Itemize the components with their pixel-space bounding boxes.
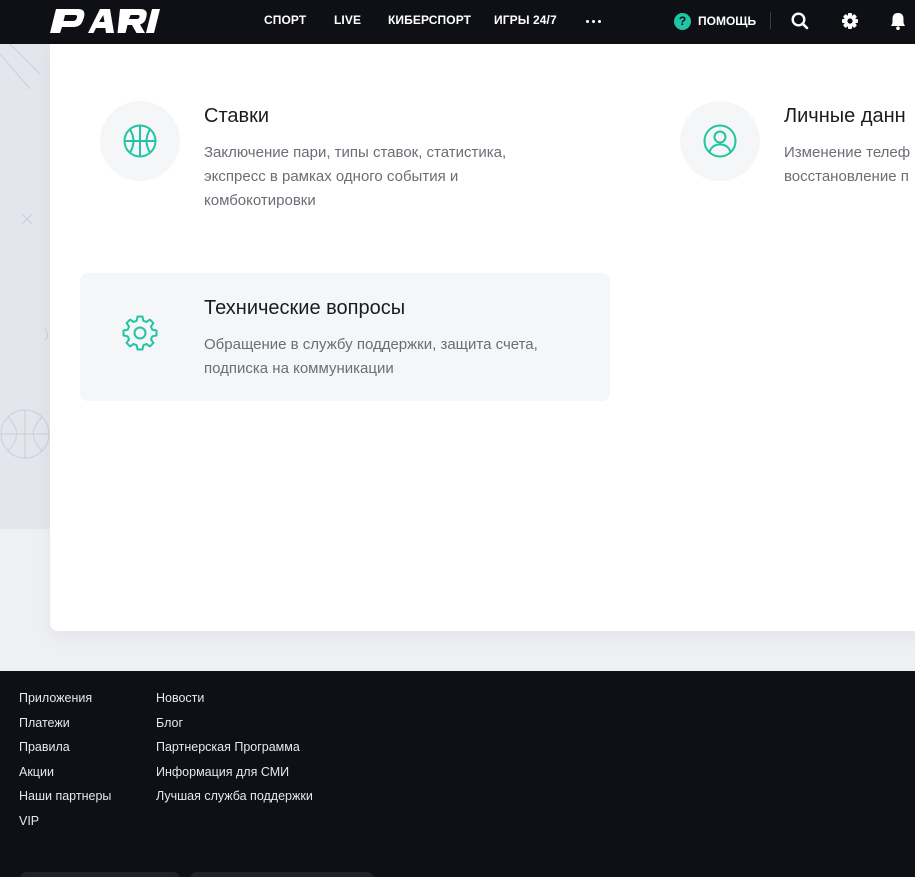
- help-topics-card: Ставки Заключение пари, типы ставок, ста…: [50, 44, 915, 631]
- footer-app-badge[interactable]: [20, 872, 180, 877]
- notifications-bell-icon[interactable]: [887, 10, 915, 32]
- site-footer: Приложения Платежи Правила Акции Наши па…: [0, 671, 915, 877]
- footer-link-news[interactable]: Новости: [156, 691, 313, 716]
- topic-bets-title: Ставки: [204, 105, 270, 127]
- topic-personal-description-line2: восстановление п: [784, 168, 909, 185]
- user-icon: [703, 124, 737, 158]
- footer-link-press[interactable]: Информация для СМИ: [156, 765, 313, 790]
- footer-link-vip[interactable]: VIP: [19, 814, 111, 839]
- footer-link-partners[interactable]: Наши партнеры: [19, 789, 111, 814]
- topic-technical-icon-circle: [100, 293, 180, 373]
- nav-sport[interactable]: СПОРТ: [264, 13, 306, 27]
- nav-games[interactable]: ИГРЫ 24/7: [494, 13, 557, 27]
- topic-bets-description: Заключение пари, типы ставок, статистика…: [204, 144, 507, 209]
- nav-live[interactable]: LIVE: [334, 13, 361, 27]
- background-strip: [0, 529, 50, 671]
- topic-technical-description: Обращение в службу поддержки, защита сче…: [204, 336, 538, 377]
- footer-app-badge[interactable]: [190, 872, 374, 877]
- pari-logo-mark: [50, 9, 160, 35]
- footer-link-best-support[interactable]: Лучшая служба поддержки: [156, 789, 313, 814]
- background-decoration: [0, 44, 50, 529]
- help-button[interactable]: ? ПОМОЩЬ: [674, 11, 756, 31]
- help-icon: ?: [674, 12, 691, 30]
- basketball-icon: [123, 124, 157, 158]
- topic-personal-title: Личные данн: [784, 105, 906, 127]
- footer-link-affiliate[interactable]: Партнерская Программа: [156, 740, 313, 765]
- top-header: СПОРТ LIVE КИБЕРСПОРТ ИГРЫ 24/7 ? ПОМОЩЬ: [0, 0, 915, 44]
- settings-gear-icon[interactable]: [839, 10, 861, 32]
- footer-link-promotions[interactable]: Акции: [19, 765, 111, 790]
- footer-link-payments[interactable]: Платежи: [19, 716, 111, 741]
- footer-link-rules[interactable]: Правила: [19, 740, 111, 765]
- topic-personal-icon-circle: [680, 101, 760, 181]
- help-label: ПОМОЩЬ: [698, 14, 757, 28]
- footer-column-2: Новости Блог Партнерская Программа Инфор…: [156, 691, 313, 814]
- gear-icon: [122, 315, 158, 351]
- nav-esport[interactable]: КИБЕРСПОРТ: [388, 13, 471, 27]
- footer-column-1: Приложения Платежи Правила Акции Наши па…: [19, 691, 111, 839]
- pari-logo[interactable]: [48, 5, 180, 37]
- topic-technical-title: Технические вопросы: [204, 297, 406, 319]
- footer-link-blog[interactable]: Блог: [156, 716, 313, 741]
- more-menu-icon[interactable]: [582, 12, 604, 30]
- topic-bets-icon-circle: [100, 101, 180, 181]
- footer-link-apps[interactable]: Приложения: [19, 691, 111, 716]
- search-icon[interactable]: [789, 10, 811, 32]
- topic-personal-description-line1: Изменение телеф: [784, 144, 911, 161]
- header-divider: [770, 12, 771, 29]
